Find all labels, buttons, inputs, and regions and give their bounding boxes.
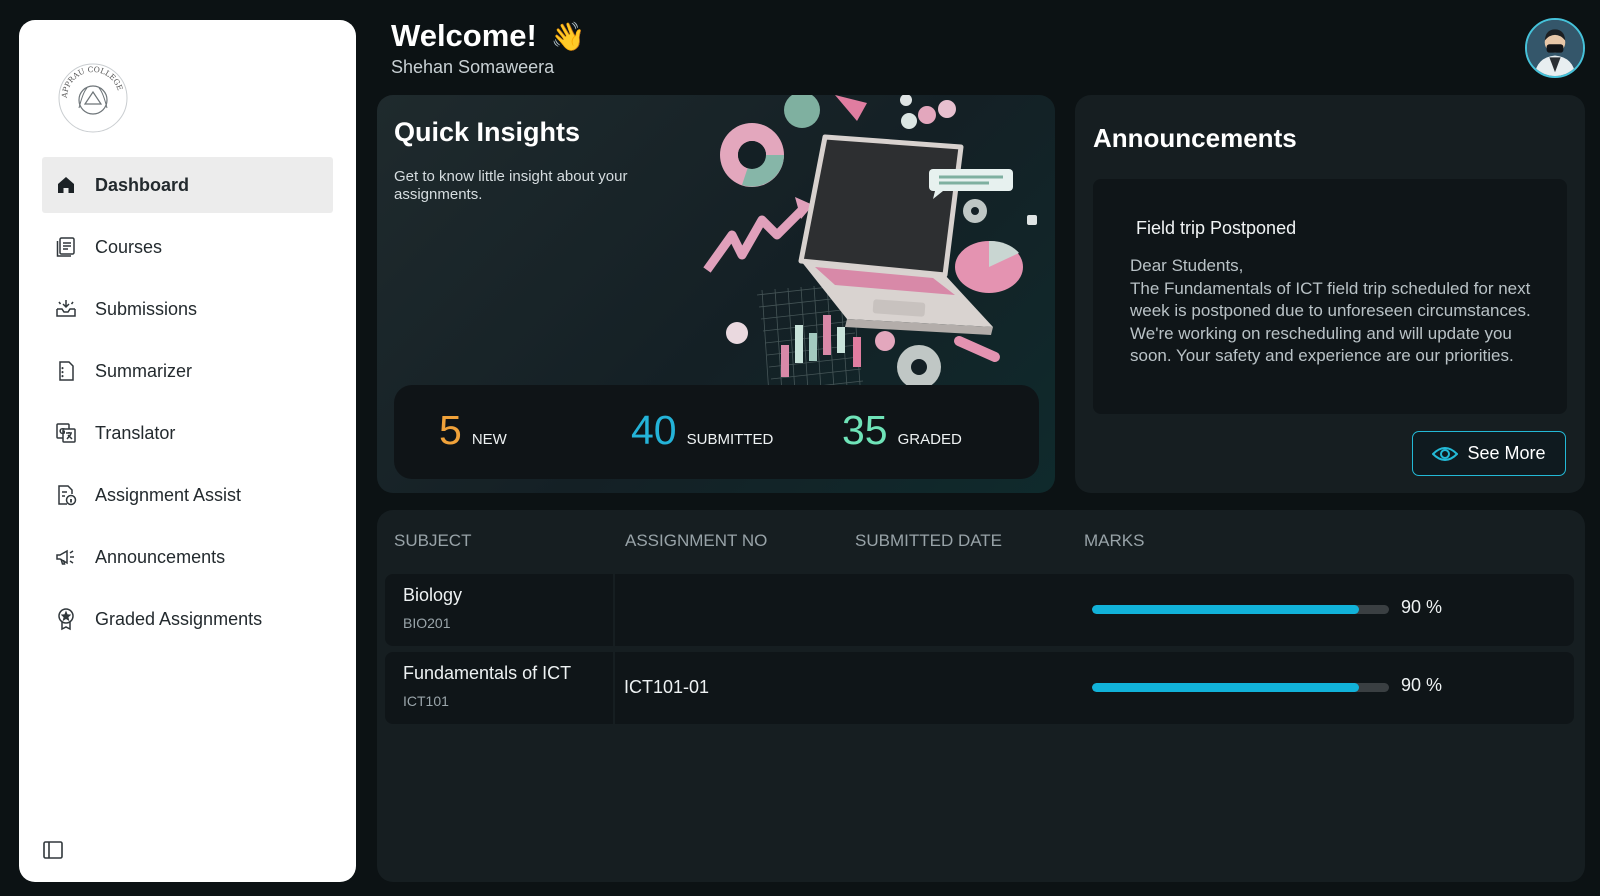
college-logo: APPRAU COLLEGE [57,62,129,134]
welcome-text: Welcome! [391,18,537,53]
announcement-item: Field trip Postponed Dear Students, The … [1093,179,1567,414]
announcement-title: Field trip Postponed [1136,218,1297,238]
see-more-label: See More [1467,443,1546,463]
cell-divider [613,574,615,646]
assignment-number: ICT101-01 [624,677,710,697]
sidebar-item-courses[interactable]: Courses [42,219,333,275]
marks-progress-fill [1092,605,1360,614]
column-subject[interactable]: SUBJECT [394,531,471,551]
subject-name: Fundamentals of ICT [403,663,572,683]
eye-icon [1432,446,1459,461]
home-icon [54,173,78,197]
user-name: Shehan Somaweera [391,57,555,77]
sidebar-item-label: Summarizer [95,360,193,381]
document-icon [54,359,78,383]
svg-text:G: G [59,427,66,436]
sidebar-item-label: Dashboard [95,174,190,195]
sidebar-item-label: Translator [95,422,176,443]
sidebar-item-summarizer[interactable]: Summarizer [42,343,333,399]
courses-icon [54,235,78,259]
stat-submitted-label: SUBMITTED [686,431,774,448]
marks-percentage: 90 % [1401,675,1443,695]
sidebar-item-assignment-assist[interactable]: Assignment Assist [42,467,333,523]
marks-progress-bar [1092,683,1389,692]
stat-new-value: 5 [439,407,462,453]
subject-code: BIO201 [403,615,451,631]
assignments-table: SUBJECT ASSIGNMENT NO SUBMITTED DATE MAR… [377,510,1585,882]
column-submitted-date[interactable]: SUBMITTED DATE [855,531,1002,551]
quick-insights-title: Quick Insights [394,117,581,147]
column-assignment-no[interactable]: ASSIGNMENT NO [625,531,767,551]
waving-hand-icon: 👋 [550,20,586,52]
assignment-stats: 5 NEW 40 SUBMITTED 35 GRADED [394,385,1039,479]
stat-graded: 35 GRADED [842,407,962,454]
table-header: SUBJECT ASSIGNMENT NO SUBMITTED DATE MAR… [394,531,1574,553]
stat-new-label: NEW [471,431,507,448]
marks-progress-fill [1092,683,1360,692]
sidebar-item-label: Graded Assignments [95,608,263,629]
inbox-icon [54,297,78,321]
stat-submitted-value: 40 [631,407,677,453]
sidebar-item-label: Submissions [95,298,198,319]
sidebar-item-label: Announcements [95,546,226,567]
announcements-card: Announcements Field trip Postponed Dear … [1075,95,1585,493]
table-row[interactable]: Biology BIO201 90 % [385,574,1574,646]
sidebar-item-announcements[interactable]: Announcements [42,529,333,585]
table-row[interactable]: Fundamentals of ICT ICT101 ICT101-01 90 … [385,652,1574,724]
avatar[interactable] [1525,18,1585,78]
sidebar-item-graded-assignments[interactable]: Graded Assignments [42,591,333,647]
megaphone-icon [54,545,78,569]
quick-insights-description: Get to know little insight about your as… [394,168,628,203]
sidebar-item-dashboard[interactable]: Dashboard [42,157,333,213]
announcements-title: Announcements [1093,123,1297,153]
stat-graded-value: 35 [842,407,888,453]
marks-percentage: 90 % [1401,597,1443,617]
subject-name: Biology [403,585,463,605]
sidebar-item-label: Assignment Assist [95,484,242,505]
marks-progress-bar [1092,605,1389,614]
stat-graded-label: GRADED [897,431,962,448]
translate-icon: G [54,421,78,445]
sidebar-item-label: Courses [95,236,163,257]
sidebar-item-translator[interactable]: G Translator [42,405,333,461]
welcome-heading: Welcome! 👋 [391,18,586,54]
cell-divider [613,652,615,724]
sidebar-nav: Dashboard Courses Submissions Summarizer… [42,157,333,653]
stat-new: 5 NEW [439,407,507,454]
sidebar-toggle-icon[interactable] [41,838,65,862]
see-more-button[interactable]: See More [1412,431,1566,476]
stat-submitted: 40 SUBMITTED [631,407,773,454]
quick-insights-card: Quick Insights Get to know little insigh… [377,95,1055,493]
sidebar-item-submissions[interactable]: Submissions [42,281,333,337]
announcement-body: Dear Students, The Fundamentals of ICT f… [1130,256,1531,365]
award-icon [54,607,78,631]
file-info-icon [54,483,78,507]
laptop-illustration [703,95,1037,396]
column-marks[interactable]: MARKS [1084,531,1144,551]
sidebar: APPRAU COLLEGE Dashboard Courses Submiss… [19,20,356,882]
subject-code: ICT101 [403,693,449,709]
